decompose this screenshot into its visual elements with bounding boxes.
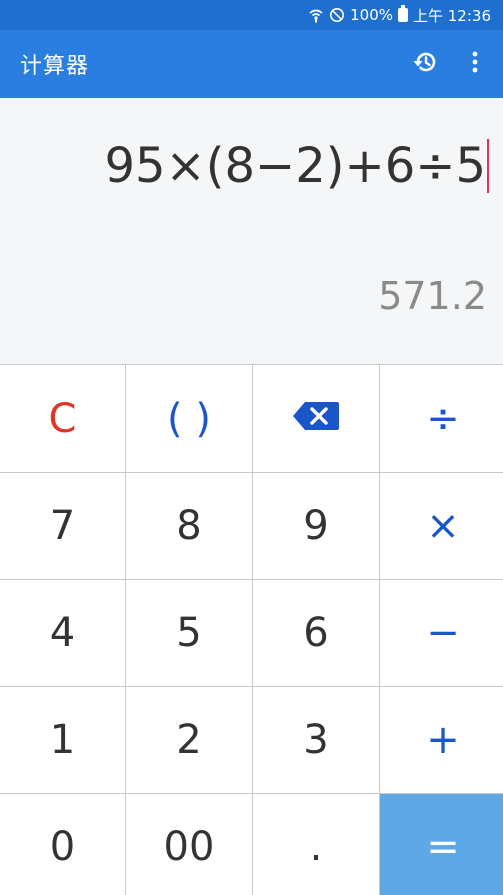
- keypad: C ( ) ÷ 7 8 9 × 4 5 6 − 1 2 3 + 0 00 . =: [0, 364, 503, 895]
- battery-icon: [398, 5, 408, 22]
- digit-9-button[interactable]: 9: [253, 473, 379, 579]
- clock: 上午 12:36: [413, 6, 491, 25]
- digit-5-button[interactable]: 5: [126, 580, 252, 686]
- history-button[interactable]: [403, 42, 447, 86]
- clear-button[interactable]: C: [0, 365, 125, 472]
- parentheses-button[interactable]: ( ): [126, 365, 252, 472]
- add-button[interactable]: +: [380, 687, 503, 793]
- digit-2-button[interactable]: 2: [126, 687, 252, 793]
- app-bar: 计算器: [0, 30, 503, 98]
- digit-1-button[interactable]: 1: [0, 687, 125, 793]
- backspace-button[interactable]: [253, 365, 379, 472]
- digit-8-button[interactable]: 8: [126, 473, 252, 579]
- divide-button[interactable]: ÷: [380, 365, 503, 472]
- calculator-display: 95×(8−2)+6÷5 571.2: [0, 98, 503, 364]
- backspace-icon: [291, 396, 341, 442]
- digit-3-button[interactable]: 3: [253, 687, 379, 793]
- status-bar: 100% 上午 12:36: [0, 0, 503, 30]
- result-preview: 571.2: [378, 274, 487, 318]
- subtract-button[interactable]: −: [380, 580, 503, 686]
- expression-text: 95×(8−2)+6÷5: [104, 138, 486, 194]
- battery-percent: 100%: [350, 6, 393, 24]
- equals-button[interactable]: =: [380, 794, 503, 895]
- digit-6-button[interactable]: 6: [253, 580, 379, 686]
- digit-7-button[interactable]: 7: [0, 473, 125, 579]
- decimal-point-button[interactable]: .: [253, 794, 379, 895]
- app-title: 计算器: [20, 54, 90, 79]
- multiply-button[interactable]: ×: [380, 473, 503, 579]
- wifi-call-icon: [308, 7, 324, 23]
- do-not-disturb-icon: [329, 7, 345, 23]
- more-options-button[interactable]: [453, 42, 497, 86]
- history-icon: [411, 48, 439, 80]
- more-vert-icon: [471, 50, 479, 78]
- digit-4-button[interactable]: 4: [0, 580, 125, 686]
- double-zero-button[interactable]: 00: [126, 794, 252, 895]
- expression-field[interactable]: 95×(8−2)+6÷5: [104, 138, 489, 194]
- digit-0-button[interactable]: 0: [0, 794, 125, 895]
- text-cursor: [487, 139, 489, 193]
